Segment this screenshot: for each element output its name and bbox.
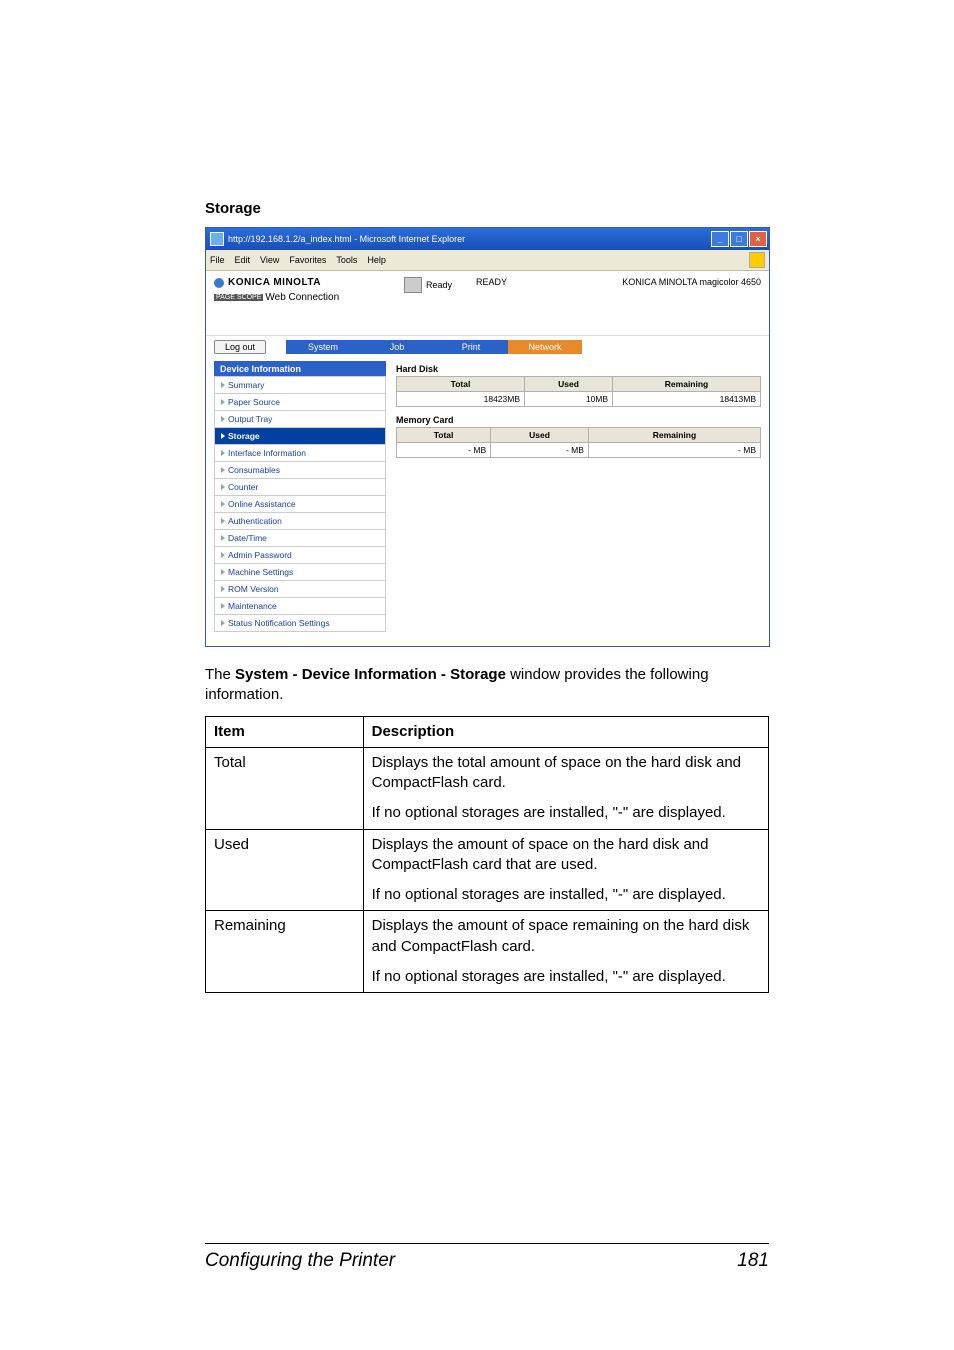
close-icon[interactable]: ×: [749, 231, 767, 247]
item-total: Total: [206, 747, 364, 829]
table-row: 18423MB 10MB 18413MB: [397, 392, 761, 407]
menu-favorites[interactable]: Favorites: [289, 255, 326, 265]
desc-used: Displays the amount of space on the hard…: [363, 829, 768, 911]
sidebar-item-admin-password[interactable]: Admin Password: [214, 546, 386, 564]
sidebar: Device Information Summary Paper Source …: [214, 362, 386, 632]
sidebar-item-date-time[interactable]: Date/Time: [214, 529, 386, 547]
sidebar-item-consumables[interactable]: Consumables: [214, 461, 386, 479]
hard-disk-table: Total Used Remaining 18423MB 10MB 18413M…: [396, 376, 761, 407]
col-used: Used: [525, 377, 613, 392]
window-titlebar: http://192.168.1.2/a_index.html - Micros…: [206, 228, 769, 250]
hd-total: 18423MB: [397, 392, 525, 407]
chevron-right-icon: [221, 518, 225, 524]
hd-used: 10MB: [525, 392, 613, 407]
intro-paragraph: The System - Device Information - Storag…: [205, 665, 769, 706]
chevron-right-icon: [221, 433, 225, 439]
menu-tools[interactable]: Tools: [336, 255, 357, 265]
screenshot-window: http://192.168.1.2/a_index.html - Micros…: [205, 227, 770, 647]
page-number: 181: [737, 1250, 769, 1272]
table-row: - MB - MB - MB: [397, 443, 761, 458]
sidebar-item-maintenance[interactable]: Maintenance: [214, 597, 386, 615]
sidebar-item-status-notification[interactable]: Status Notification Settings: [214, 614, 386, 632]
chevron-right-icon: [221, 603, 225, 609]
brand-name: KONICA MINOLTA: [228, 277, 321, 288]
ie-icon: [210, 232, 224, 246]
col-used: Used: [491, 428, 589, 443]
sidebar-item-summary[interactable]: Summary: [214, 376, 386, 394]
col-remaining: Remaining: [613, 377, 761, 392]
chevron-right-icon: [221, 450, 225, 456]
status-message: READY: [476, 277, 507, 287]
sidebar-item-online-assistance[interactable]: Online Assistance: [214, 495, 386, 513]
header-item: Item: [206, 716, 364, 747]
chevron-right-icon: [221, 484, 225, 490]
mc-used: - MB: [491, 443, 589, 458]
sidebar-item-counter[interactable]: Counter: [214, 478, 386, 496]
chevron-right-icon: [221, 620, 225, 626]
sidebar-item-machine-settings[interactable]: Machine Settings: [214, 563, 386, 581]
status-ready: Ready: [426, 280, 452, 290]
sidebar-header: Device Information: [214, 361, 386, 377]
chevron-right-icon: [221, 382, 225, 388]
sidebar-item-storage[interactable]: Storage: [214, 427, 386, 445]
col-total: Total: [397, 428, 491, 443]
header-description: Description: [363, 716, 768, 747]
table-row: Total Displays the total amount of space…: [206, 747, 769, 829]
chevron-right-icon: [221, 586, 225, 592]
section-heading: Storage: [205, 200, 769, 217]
browser-menubar: File Edit View Favorites Tools Help: [206, 250, 769, 271]
col-total: Total: [397, 377, 525, 392]
maximize-icon[interactable]: □: [730, 231, 748, 247]
window-title: http://192.168.1.2/a_index.html - Micros…: [228, 234, 711, 244]
pagescope-badge: PAGE SCOPE: [214, 294, 263, 301]
menu-edit[interactable]: Edit: [235, 255, 251, 265]
chevron-right-icon: [221, 569, 225, 575]
menu-view[interactable]: View: [260, 255, 279, 265]
item-used: Used: [206, 829, 364, 911]
table-row: Remaining Displays the amount of space r…: [206, 911, 769, 993]
footer-title: Configuring the Printer: [205, 1250, 395, 1272]
description-table: Item Description Total Displays the tota…: [205, 716, 769, 994]
tab-system[interactable]: System: [286, 340, 360, 354]
sidebar-item-output-tray[interactable]: Output Tray: [214, 410, 386, 428]
chevron-right-icon: [221, 416, 225, 422]
memory-card-table: Total Used Remaining - MB - MB - MB: [396, 427, 761, 458]
desc-total: Displays the total amount of space on th…: [363, 747, 768, 829]
ie-logo-icon: [749, 252, 765, 268]
menu-help[interactable]: Help: [367, 255, 386, 265]
item-remaining: Remaining: [206, 911, 364, 993]
table-row: Used Displays the amount of space on the…: [206, 829, 769, 911]
tab-network[interactable]: Network: [508, 340, 582, 354]
hd-remaining: 18413MB: [613, 392, 761, 407]
chevron-right-icon: [221, 399, 225, 405]
tab-print[interactable]: Print: [434, 340, 508, 354]
printer-icon: [404, 277, 422, 293]
sidebar-item-authentication[interactable]: Authentication: [214, 512, 386, 530]
hard-disk-heading: Hard Disk: [396, 364, 761, 374]
page-footer: Configuring the Printer 181: [205, 1243, 769, 1272]
logout-button[interactable]: Log out: [214, 340, 266, 354]
tab-job[interactable]: Job: [360, 340, 434, 354]
web-connection-label: Web Connection: [265, 292, 339, 303]
minimize-icon[interactable]: _: [711, 231, 729, 247]
chevron-right-icon: [221, 501, 225, 507]
col-remaining: Remaining: [588, 428, 760, 443]
chevron-right-icon: [221, 535, 225, 541]
desc-remaining: Displays the amount of space remaining o…: [363, 911, 768, 993]
brand-dot-icon: [214, 278, 224, 288]
sidebar-item-paper-source[interactable]: Paper Source: [214, 393, 386, 411]
device-model: KONICA MINOLTA magicolor 4650: [622, 277, 761, 287]
chevron-right-icon: [221, 467, 225, 473]
memory-card-heading: Memory Card: [396, 415, 761, 425]
mc-remaining: - MB: [588, 443, 760, 458]
chevron-right-icon: [221, 552, 225, 558]
sidebar-item-interface-info[interactable]: Interface Information: [214, 444, 386, 462]
mc-total: - MB: [397, 443, 491, 458]
sidebar-item-rom-version[interactable]: ROM Version: [214, 580, 386, 598]
menu-file[interactable]: File: [210, 255, 225, 265]
